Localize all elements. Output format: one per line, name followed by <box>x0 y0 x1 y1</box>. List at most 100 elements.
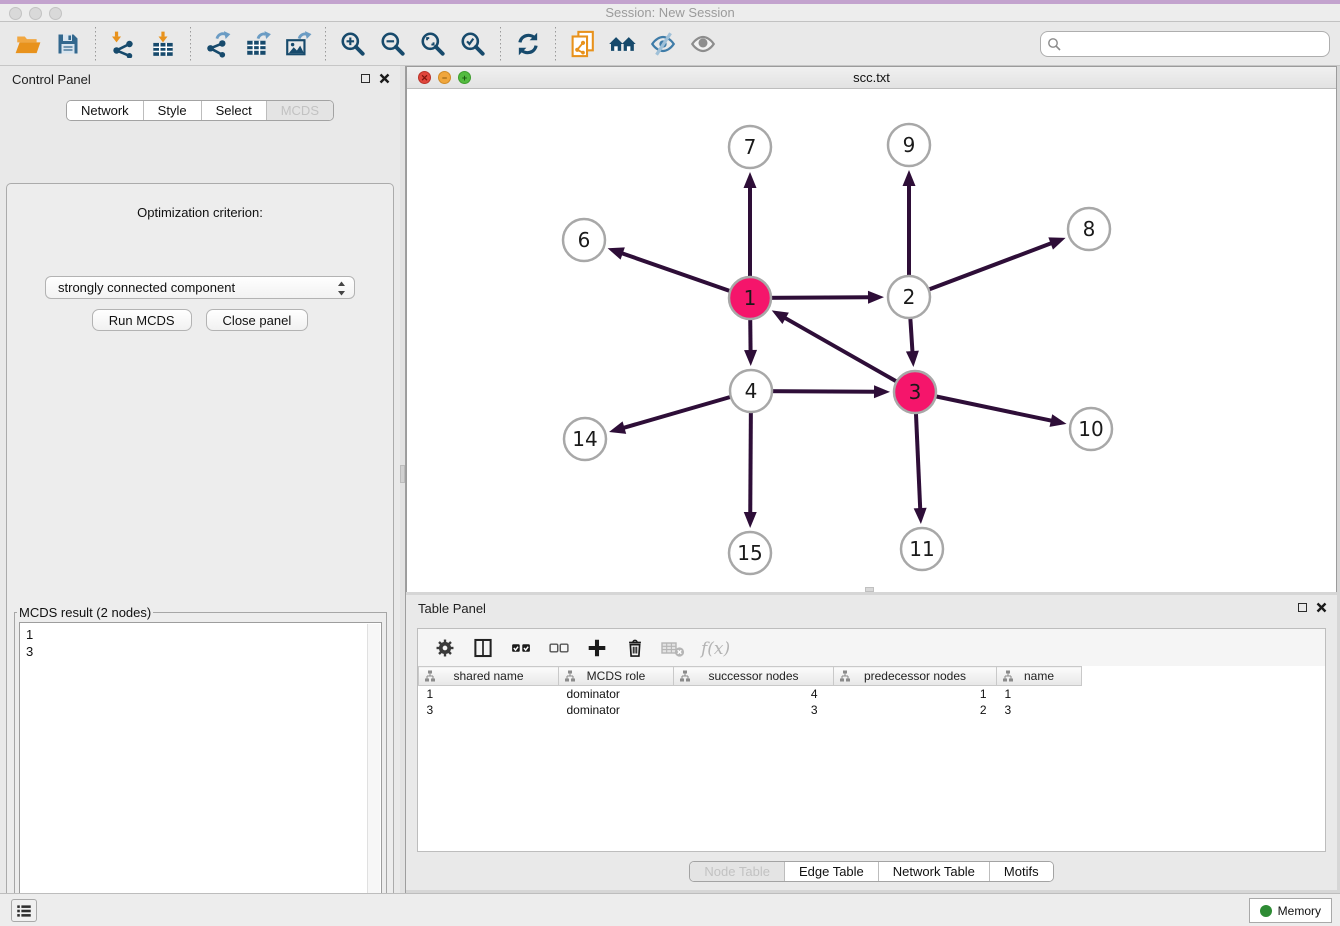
node-label-2: 2 <box>903 285 916 309</box>
import-network-button[interactable] <box>106 27 140 61</box>
table-tab-edge-table[interactable]: Edge Table <box>784 862 878 881</box>
export-table-button[interactable] <box>241 27 275 61</box>
search-field[interactable] <box>1040 31 1330 57</box>
node-table-container: f(x) shared nameMCDS rolesuccessor nodes… <box>417 628 1326 852</box>
function-builder-button[interactable]: f(x) <box>697 634 735 662</box>
refresh-button[interactable] <box>511 27 545 61</box>
result-line: 3 <box>26 643 375 660</box>
export-network-button[interactable] <box>201 27 235 61</box>
edge-3-1[interactable] <box>784 317 915 392</box>
hide-eye-button[interactable] <box>646 27 680 61</box>
homes-icon <box>608 29 638 59</box>
node-label-15: 15 <box>737 541 762 565</box>
clone-network-button[interactable] <box>566 27 600 61</box>
table-panel-tabs: Node TableEdge TableNetwork TableMotifs <box>689 861 1053 882</box>
column-header-predecessor-nodes[interactable]: predecessor nodes <box>834 667 997 686</box>
float-panel-icon[interactable] <box>361 74 370 83</box>
optimization-criterion-dropdown[interactable]: strongly connected component <box>45 276 355 299</box>
network-canvas[interactable]: 7968124314101511 <box>407 89 1336 592</box>
tab-network[interactable]: Network <box>67 101 143 120</box>
open-session-button[interactable] <box>11 27 45 61</box>
delete-column-button[interactable] <box>621 634 649 662</box>
arrowhead-2-9 <box>903 170 916 186</box>
control-panel-header: Control Panel <box>0 66 400 92</box>
tab-style[interactable]: Style <box>143 101 201 120</box>
table-cell[interactable]: dominator <box>559 686 674 702</box>
arrowhead-3-11 <box>914 508 927 524</box>
zoom-in-icon <box>339 30 367 58</box>
zoom-fit-button[interactable] <box>416 27 450 61</box>
table-cell[interactable]: 2 <box>834 702 997 718</box>
table-cell[interactable]: 1 <box>419 686 559 702</box>
export-image-button[interactable] <box>281 27 315 61</box>
table-cell[interactable]: 4 <box>674 686 834 702</box>
edge-2-8[interactable] <box>909 243 1053 297</box>
node-label-3: 3 <box>909 380 922 404</box>
result-line: 1 <box>26 626 375 643</box>
unchecked-boxes-icon <box>548 637 570 659</box>
table-settings-button[interactable] <box>431 634 459 662</box>
toolbar-separator <box>325 27 326 61</box>
search-input[interactable] <box>1061 34 1323 54</box>
table-cell[interactable]: 3 <box>674 702 834 718</box>
table-tab-motifs[interactable]: Motifs <box>989 862 1053 881</box>
column-header-mcds-role[interactable]: MCDS role <box>559 667 674 686</box>
zoom-out-button[interactable] <box>376 27 410 61</box>
tree-icon <box>1002 670 1014 682</box>
export-network-icon <box>204 30 232 58</box>
select-all-button[interactable] <box>507 634 535 662</box>
deselect-all-button[interactable] <box>545 634 573 662</box>
os-titlebar: Session: New Session <box>0 0 1340 22</box>
table-row[interactable]: 3dominator323 <box>419 702 1082 718</box>
close-panel-button[interactable]: Close panel <box>206 309 309 331</box>
table-tab-node-table[interactable]: Node Table <box>690 862 784 881</box>
memory-button[interactable]: Memory <box>1249 898 1332 923</box>
mcds-result-textarea[interactable]: 13 <box>19 622 382 926</box>
list-icon <box>15 902 33 920</box>
save-icon <box>55 31 81 57</box>
table-columns-button[interactable] <box>469 634 497 662</box>
network-window-resize-handle[interactable] <box>865 587 874 592</box>
table-cell[interactable]: dominator <box>559 702 674 718</box>
arrowhead-2-8 <box>1048 237 1065 249</box>
add-column-button[interactable] <box>583 634 611 662</box>
tab-mcds[interactable]: MCDS <box>266 101 333 120</box>
import-table-button[interactable] <box>146 27 180 61</box>
mcds-result-group: MCDS result (2 nodes) 13 <box>14 605 387 926</box>
table-cell[interactable]: 1 <box>997 686 1082 702</box>
save-session-button[interactable] <box>51 27 85 61</box>
zoom-selected-button[interactable] <box>456 27 490 61</box>
node-label-8: 8 <box>1083 217 1096 241</box>
node-label-4: 4 <box>745 379 758 403</box>
tree-icon <box>424 670 436 682</box>
search-icon <box>1047 37 1061 51</box>
run-mcds-button[interactable]: Run MCDS <box>92 309 192 331</box>
result-scrollbar[interactable] <box>367 624 380 926</box>
table-cell[interactable]: 3 <box>997 702 1082 718</box>
network-window-titlebar[interactable]: ✕ − + scc.txt <box>407 67 1336 89</box>
tab-select[interactable]: Select <box>201 101 266 120</box>
network-graph[interactable]: 7968124314101511 <box>407 89 1336 592</box>
close-panel-icon[interactable] <box>379 73 390 84</box>
table-cell[interactable]: 1 <box>834 686 997 702</box>
console-toggle-button[interactable] <box>11 899 37 922</box>
dropdown-selected-value: strongly connected component <box>58 277 328 298</box>
zoom-in-button[interactable] <box>336 27 370 61</box>
column-header-successor-nodes[interactable]: successor nodes <box>674 667 834 686</box>
trash-icon <box>624 637 646 659</box>
column-header-shared-name[interactable]: shared name <box>419 667 559 686</box>
delete-table-button[interactable] <box>659 634 687 662</box>
node-label-9: 9 <box>903 133 916 157</box>
eye-button[interactable] <box>686 27 720 61</box>
float-table-panel-icon[interactable] <box>1298 603 1307 612</box>
homes-button[interactable] <box>606 27 640 61</box>
column-label: name <box>1024 669 1054 683</box>
table-row[interactable]: 1dominator411 <box>419 686 1082 702</box>
table-tab-network-table[interactable]: Network Table <box>878 862 989 881</box>
close-table-panel-icon[interactable] <box>1316 602 1327 613</box>
column-header-name[interactable]: name <box>997 667 1082 686</box>
table-cell[interactable]: 3 <box>419 702 559 718</box>
arrowhead-4-14 <box>609 421 626 433</box>
divider-handle[interactable] <box>400 465 405 483</box>
column-label: predecessor nodes <box>864 669 966 683</box>
